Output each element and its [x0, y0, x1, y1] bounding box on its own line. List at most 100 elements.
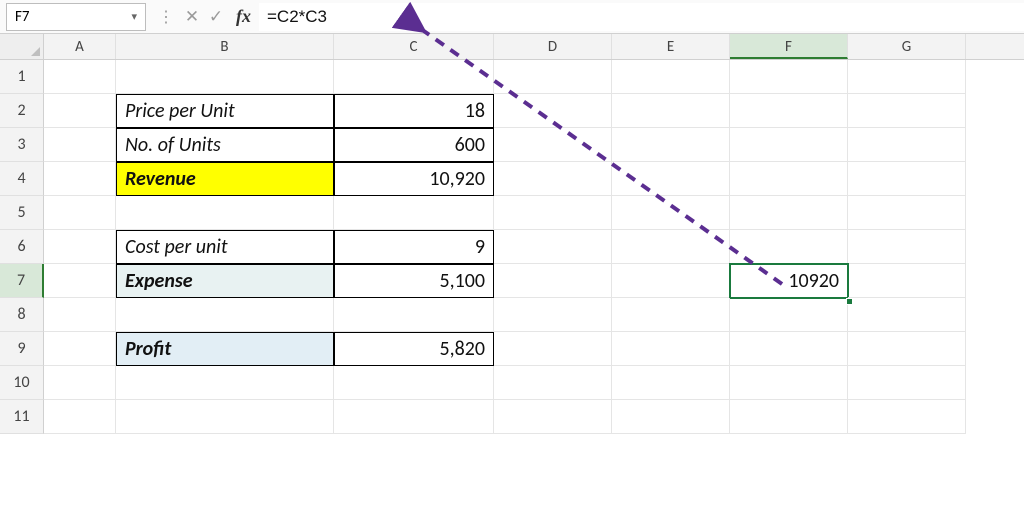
cell-b1[interactable]: [116, 60, 334, 94]
cell-g4[interactable]: [848, 162, 966, 196]
cell-b10[interactable]: [116, 366, 334, 400]
cell-e9[interactable]: [612, 332, 730, 366]
cell-g2[interactable]: [848, 94, 966, 128]
cell-e11[interactable]: [612, 400, 730, 434]
cell-b11[interactable]: [116, 400, 334, 434]
row-header-5[interactable]: 5: [0, 196, 44, 230]
col-header-a[interactable]: A: [44, 34, 116, 59]
row-header-4[interactable]: 4: [0, 162, 44, 196]
cell-f2[interactable]: [730, 94, 848, 128]
cell-g3[interactable]: [848, 128, 966, 162]
row-header-11[interactable]: 11: [0, 400, 44, 434]
cell-e5[interactable]: [612, 196, 730, 230]
cell-a1[interactable]: [44, 60, 116, 94]
cell-d6[interactable]: [494, 230, 612, 264]
cell-c2[interactable]: 18: [334, 94, 494, 128]
cell-e1[interactable]: [612, 60, 730, 94]
col-header-f[interactable]: F: [730, 34, 848, 59]
cancel-formula-icon[interactable]: ✕: [180, 6, 204, 27]
cell-e10[interactable]: [612, 366, 730, 400]
row-header-1[interactable]: 1: [0, 60, 44, 94]
col-header-e[interactable]: E: [612, 34, 730, 59]
cell-a11[interactable]: [44, 400, 116, 434]
cell-d7[interactable]: [494, 264, 612, 298]
row-header-9[interactable]: 9: [0, 332, 44, 366]
cell-c11[interactable]: [334, 400, 494, 434]
fill-handle[interactable]: [846, 298, 853, 305]
col-header-d[interactable]: D: [494, 34, 612, 59]
cell-c8[interactable]: [334, 298, 494, 332]
cell-f11[interactable]: [730, 400, 848, 434]
cell-c10[interactable]: [334, 366, 494, 400]
row-header-2[interactable]: 2: [0, 94, 44, 128]
cell-d9[interactable]: [494, 332, 612, 366]
cell-c4[interactable]: 10,920: [334, 162, 494, 196]
cell-d2[interactable]: [494, 94, 612, 128]
cell-c5[interactable]: [334, 196, 494, 230]
cell-g1[interactable]: [848, 60, 966, 94]
cell-b5[interactable]: [116, 196, 334, 230]
cell-g6[interactable]: [848, 230, 966, 264]
cell-f7-active[interactable]: 10920: [730, 264, 848, 298]
cell-d1[interactable]: [494, 60, 612, 94]
cell-e2[interactable]: [612, 94, 730, 128]
cell-a4[interactable]: [44, 162, 116, 196]
cell-e4[interactable]: [612, 162, 730, 196]
formula-input[interactable]: [259, 3, 1024, 31]
cell-e3[interactable]: [612, 128, 730, 162]
cell-f3[interactable]: [730, 128, 848, 162]
cell-g11[interactable]: [848, 400, 966, 434]
cell-a9[interactable]: [44, 332, 116, 366]
select-all-corner[interactable]: [0, 34, 44, 59]
col-header-c[interactable]: C: [334, 34, 494, 59]
cell-a3[interactable]: [44, 128, 116, 162]
cell-d8[interactable]: [494, 298, 612, 332]
fx-icon[interactable]: fx: [228, 6, 259, 27]
chevron-down-icon[interactable]: ▾: [125, 10, 137, 23]
row-header-7[interactable]: 7: [0, 264, 44, 298]
cell-b3[interactable]: No. of Units: [116, 128, 334, 162]
cell-c6[interactable]: 9: [334, 230, 494, 264]
accept-formula-icon[interactable]: ✓: [204, 6, 228, 27]
cell-a2[interactable]: [44, 94, 116, 128]
row-header-10[interactable]: 10: [0, 366, 44, 400]
row-header-8[interactable]: 8: [0, 298, 44, 332]
cell-a6[interactable]: [44, 230, 116, 264]
cell-d3[interactable]: [494, 128, 612, 162]
cell-g8[interactable]: [848, 298, 966, 332]
cell-d10[interactable]: [494, 366, 612, 400]
cell-e7[interactable]: [612, 264, 730, 298]
cell-a8[interactable]: [44, 298, 116, 332]
col-header-b[interactable]: B: [116, 34, 334, 59]
cell-f10[interactable]: [730, 366, 848, 400]
row-header-3[interactable]: 3: [0, 128, 44, 162]
cell-b8[interactable]: [116, 298, 334, 332]
cell-b6[interactable]: Cost per unit: [116, 230, 334, 264]
cell-c1[interactable]: [334, 60, 494, 94]
cell-f6[interactable]: [730, 230, 848, 264]
cell-d11[interactable]: [494, 400, 612, 434]
col-header-g[interactable]: G: [848, 34, 966, 59]
cell-f9[interactable]: [730, 332, 848, 366]
cell-e6[interactable]: [612, 230, 730, 264]
cell-c3[interactable]: 600: [334, 128, 494, 162]
cell-f8[interactable]: [730, 298, 848, 332]
cell-g9[interactable]: [848, 332, 966, 366]
cell-b4[interactable]: Revenue: [116, 162, 334, 196]
cell-a10[interactable]: [44, 366, 116, 400]
cell-d4[interactable]: [494, 162, 612, 196]
cell-g10[interactable]: [848, 366, 966, 400]
cell-g7[interactable]: [848, 264, 966, 298]
cell-f4[interactable]: [730, 162, 848, 196]
cell-g5[interactable]: [848, 196, 966, 230]
cell-a5[interactable]: [44, 196, 116, 230]
cell-e8[interactable]: [612, 298, 730, 332]
cell-b9[interactable]: Profit: [116, 332, 334, 366]
cell-b2[interactable]: Price per Unit: [116, 94, 334, 128]
name-box[interactable]: F7 ▾: [6, 3, 146, 31]
cell-f1[interactable]: [730, 60, 848, 94]
cell-f5[interactable]: [730, 196, 848, 230]
cell-c7[interactable]: 5,100: [334, 264, 494, 298]
cell-c9[interactable]: 5,820: [334, 332, 494, 366]
cell-a7[interactable]: [44, 264, 116, 298]
